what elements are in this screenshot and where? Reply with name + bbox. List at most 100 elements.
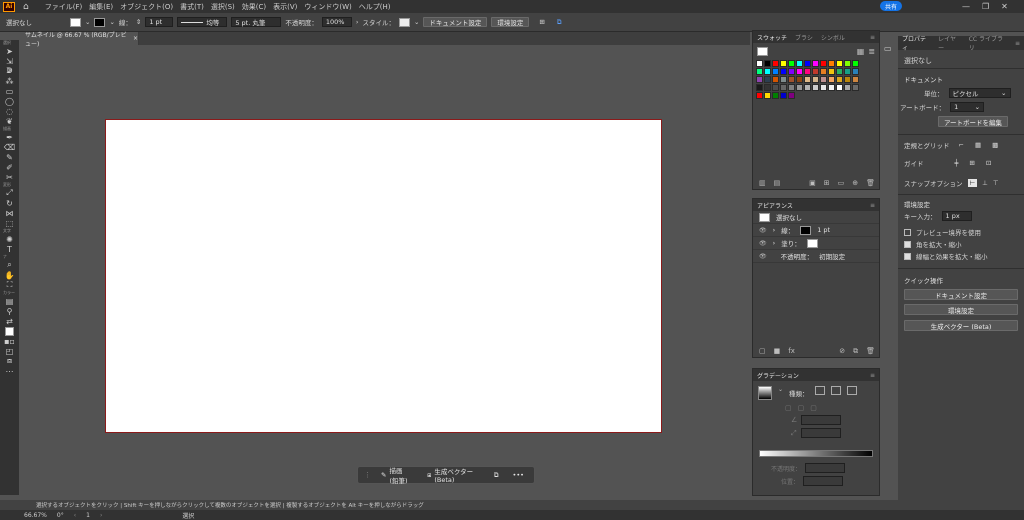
swatch-cell[interactable] — [820, 68, 827, 75]
gradient-location-field[interactable] — [803, 476, 844, 486]
draw-pencil-button[interactable]: ✎ 描画 (鉛筆) — [377, 467, 417, 485]
selection-tool-icon[interactable]: ➤ — [0, 46, 19, 56]
rectangle-tool-icon[interactable]: ▭ — [0, 86, 19, 96]
swatch-cell[interactable] — [788, 76, 795, 83]
lasso-tool-icon[interactable]: ↇ — [0, 66, 19, 76]
paintbrush-icon[interactable]: ✎ — [0, 152, 19, 162]
symbol-sprayer-icon[interactable]: ✺ — [0, 234, 19, 244]
swatch-cell[interactable] — [796, 60, 803, 67]
style-swatch[interactable] — [398, 17, 410, 27]
swatch-cell[interactable] — [852, 84, 859, 91]
menu-item-2[interactable]: オブジェクト(O) — [120, 2, 173, 12]
hand-tool-icon[interactable]: ✋ — [0, 270, 19, 280]
tab-properties[interactable]: プロパティ — [902, 34, 930, 52]
magic-wand-icon[interactable]: ⁂ — [0, 76, 19, 86]
radial-gradient-icon[interactable] — [830, 386, 841, 395]
duplicate-icon[interactable]: ⧉ — [853, 347, 858, 356]
close-icon[interactable]: × — [133, 35, 138, 42]
snap-glyph-icon[interactable]: ⊤ — [993, 179, 999, 187]
minimize-icon[interactable]: — — [962, 2, 970, 11]
menu-item-5[interactable]: 効果(C) — [242, 2, 266, 12]
folder-icon[interactable]: ▭ — [838, 179, 845, 187]
document-setup-button[interactable]: ドキュメント設定 — [423, 17, 488, 27]
menu-item-6[interactable]: 表示(V) — [273, 2, 297, 12]
generative-vector-button[interactable]: ⧆ 生成ベクター (Beta) — [423, 468, 484, 484]
rotate-tool-icon[interactable]: ↻ — [0, 198, 19, 208]
appearance-stroke-value[interactable]: 1 pt — [817, 226, 830, 234]
snap-point-icon[interactable]: ⊢ — [967, 179, 978, 187]
tab-swatches[interactable]: スウォッチ — [757, 33, 787, 42]
swatch-cell[interactable] — [820, 60, 827, 67]
chevron-down-icon[interactable]: ⌄ — [778, 386, 783, 400]
swatch-cell[interactable] — [780, 60, 787, 67]
chevron-right-icon[interactable]: › — [773, 239, 776, 247]
swatch-cell[interactable] — [844, 76, 851, 83]
shaper-tool-icon[interactable]: ◌ — [0, 106, 19, 116]
new-group-icon[interactable]: ⊞ — [824, 179, 830, 187]
clear-icon[interactable]: ⊘ — [839, 347, 845, 355]
swatch-cell[interactable] — [836, 76, 843, 83]
swatch-cell[interactable] — [820, 84, 827, 91]
swatch-cell[interactable] — [828, 84, 835, 91]
smart-guides-icon[interactable]: ⊡ — [986, 159, 991, 167]
menu-item-3[interactable]: 書式(T) — [180, 2, 204, 12]
stroke-width-field[interactable]: 1 pt — [145, 17, 174, 27]
gradient-preview[interactable] — [758, 386, 772, 400]
free-transform-icon[interactable]: ⬚ — [0, 218, 19, 228]
scissors-icon[interactable]: ✂ — [0, 172, 19, 182]
swatch-cell[interactable] — [804, 68, 811, 75]
panel-menu-icon[interactable]: ≡ — [870, 372, 875, 379]
appearance-opacity-value[interactable]: 初期設定 — [819, 251, 845, 261]
appearance-fill-row[interactable]: 👁 › 塗り： — [753, 237, 879, 250]
quick-generative-vector-button[interactable]: 生成ベクター (Beta) — [904, 320, 1018, 331]
pencil-icon[interactable]: ✐ — [0, 162, 19, 172]
menu-item-0[interactable]: ファイル(F) — [45, 2, 83, 12]
type-tool-icon[interactable]: T — [0, 244, 19, 254]
swatch-cell[interactable] — [844, 60, 851, 67]
share-button[interactable]: 共有 — [880, 1, 902, 11]
fill-stroke-icon[interactable] — [757, 47, 768, 56]
scale-corners-checkbox[interactable] — [904, 240, 911, 248]
swatch-cell[interactable] — [764, 68, 771, 75]
trash-icon[interactable]: 🗑 — [866, 179, 875, 187]
draw-mode-icon[interactable]: ◰ — [0, 346, 19, 356]
swatch-cell[interactable] — [820, 76, 827, 83]
color-group-icon[interactable]: ▣ — [809, 179, 816, 187]
swatch-cell[interactable] — [764, 84, 771, 91]
width-tool-icon[interactable]: ⋈ — [0, 208, 19, 218]
swatch-cell[interactable] — [772, 60, 779, 67]
key-increment-field[interactable]: 1 px — [941, 211, 972, 221]
swatch-cell[interactable] — [788, 92, 795, 99]
swatch-cell[interactable] — [756, 84, 763, 91]
more-tools-icon[interactable]: ⋯ — [0, 366, 19, 376]
swatch-cell[interactable] — [812, 68, 819, 75]
swatch-cell[interactable] — [836, 60, 843, 67]
swatch-cell[interactable] — [764, 76, 771, 83]
artboard[interactable] — [105, 119, 662, 433]
tab-symbols[interactable]: シンボル — [821, 33, 845, 42]
fx-icon[interactable]: fx — [788, 347, 795, 355]
swatch-cell[interactable] — [764, 92, 771, 99]
comments-icon[interactable]: ▭ — [884, 44, 894, 54]
swatch-cell[interactable] — [772, 92, 779, 99]
trash-icon[interactable]: 🗑 — [866, 347, 875, 355]
swatch-cell[interactable] — [796, 68, 803, 75]
transparency-grid-icon[interactable]: ▩ — [992, 141, 998, 149]
appearance-stroke-row[interactable]: 👁 › 線： 1 pt — [753, 224, 879, 237]
chevron-right-icon[interactable]: › — [773, 226, 776, 234]
add-fill-icon[interactable]: ■ — [774, 347, 781, 355]
brush-select[interactable]: 5 pt. 丸筆 — [231, 17, 282, 27]
swatch-cell[interactable] — [844, 84, 851, 91]
stroke-profile-select[interactable]: 均等 — [177, 17, 228, 27]
restore-icon[interactable]: ❐ — [982, 2, 989, 11]
chevron-right-icon[interactable]: › — [356, 18, 359, 26]
edit-artboards-button[interactable]: アートボードを編集 — [938, 116, 1008, 127]
swatch-cell[interactable] — [844, 68, 851, 75]
swatch-cell[interactable] — [756, 68, 763, 75]
swatch-cell[interactable] — [788, 60, 795, 67]
menu-item-8[interactable]: ヘルプ(H) — [359, 2, 391, 12]
menu-item-1[interactable]: 編集(E) — [89, 2, 113, 12]
direct-selection-tool-icon[interactable]: ⇲ — [0, 56, 19, 66]
tab-cc-libraries[interactable]: CC ライブラリ — [969, 34, 1007, 52]
swatch-cell[interactable] — [828, 76, 835, 83]
